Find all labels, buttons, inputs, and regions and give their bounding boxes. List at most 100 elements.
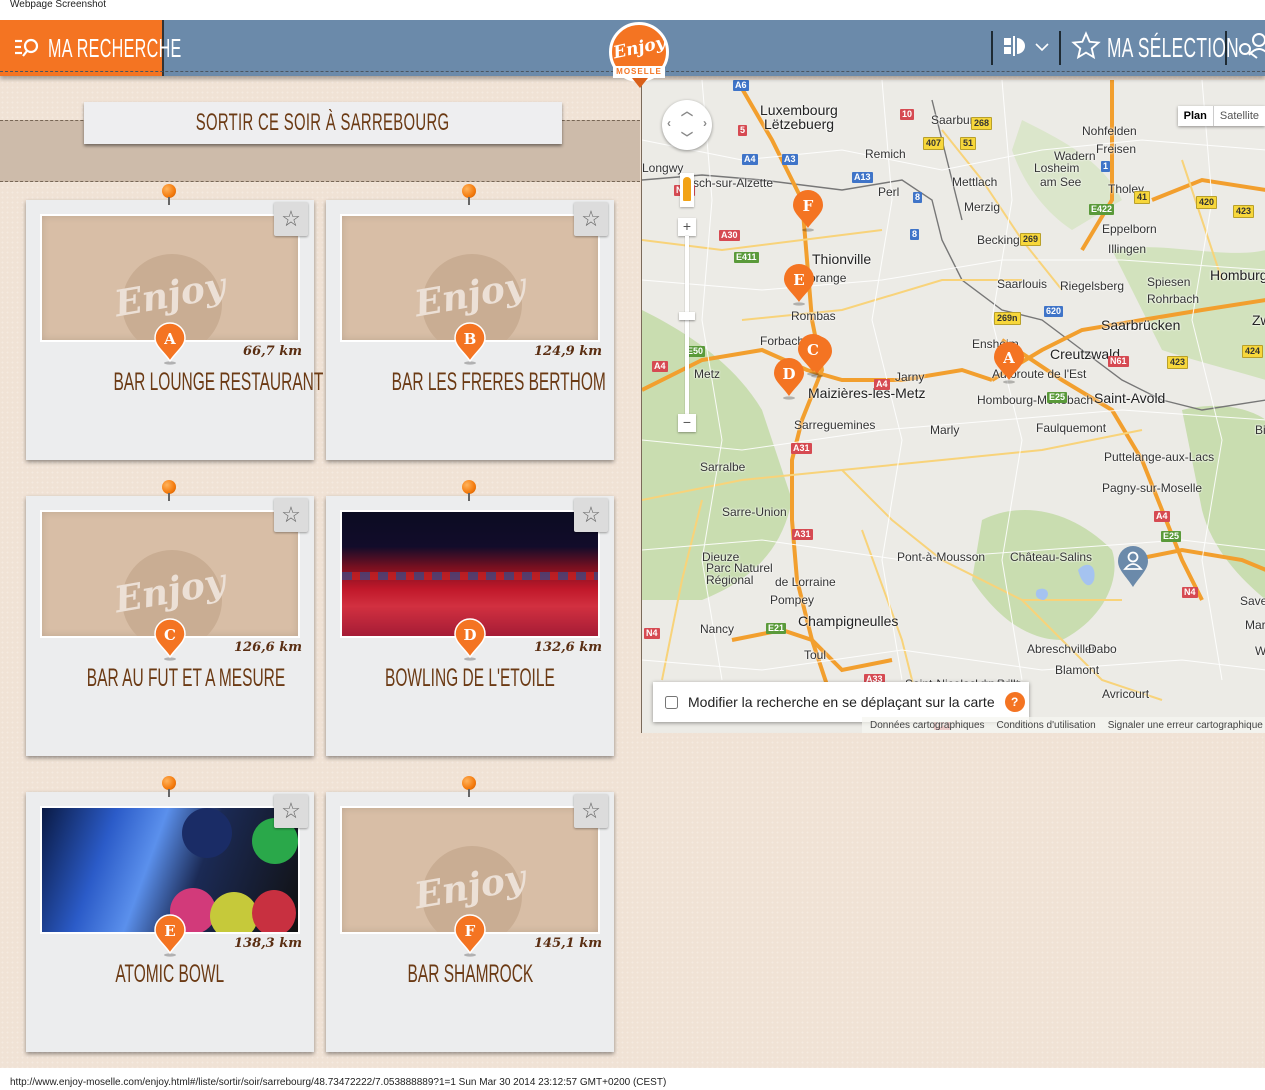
map-place-label: Pompey (770, 593, 815, 607)
logo-ribbon: MOSELLE (613, 66, 665, 78)
result-name[interactable]: Bar Les Freres Berthom (392, 368, 606, 397)
zoom-in-button[interactable]: + (678, 218, 696, 236)
svg-text:A: A (163, 330, 176, 348)
zoom-slider-thumb[interactable] (679, 312, 695, 320)
map-place-label: Maizières-lès-Metz (808, 385, 926, 401)
zoom-out-button[interactable]: − (678, 414, 696, 432)
road-shield: A31 (791, 443, 812, 454)
svg-text:A: A (1002, 349, 1015, 367)
svg-text:B: B (464, 330, 477, 348)
map-place-label: Riegelsberg (1060, 279, 1125, 293)
road-shield: N61 (1108, 356, 1129, 367)
map[interactable]: Luxembourg Lëtzebuerg Saarburg Nohfelden Fre… (641, 80, 1265, 733)
map-place-label: Longwy (642, 161, 684, 175)
road-shield: 424 (1242, 345, 1264, 358)
map-place-label: Metz (694, 367, 721, 381)
map-place-label: Spiesen (1147, 275, 1191, 289)
map-place-label: Nohfelden (1082, 124, 1137, 138)
map-marker[interactable]: F (791, 188, 825, 232)
result-letter-marker: A (153, 321, 187, 365)
road-shield: 420 (1196, 196, 1218, 209)
road-shield: 269 (1020, 233, 1042, 246)
map-place-label: Régional (706, 573, 754, 587)
page-title: Sortir ce soir à Sarrebourg (84, 102, 562, 144)
map-attribution: Données cartographiques Conditions d'uti… (862, 717, 1265, 733)
result-card[interactable]: ☆ E 138,3 km Atomic Bowl (26, 776, 314, 1052)
map-marker[interactable]: D (772, 356, 806, 400)
pan-right-icon[interactable]: › (703, 116, 707, 130)
map-pan-control[interactable]: ︿ ‹ › ﹀ (662, 100, 712, 150)
result-card[interactable]: ☆ D 132,6 km Bowling De L'Etoile (326, 480, 614, 756)
map-place-label: Toul (804, 648, 827, 662)
map-place-label: Sarre-Union (722, 505, 787, 519)
map-place-label: Merzig (964, 200, 1001, 214)
svg-text:E: E (793, 271, 804, 289)
zoom-slider-track[interactable] (685, 236, 689, 414)
result-card[interactable]: Enjoy ☆ B 124,9 km Bar Les Freres Berthom (326, 184, 614, 460)
map-place-label: Esch-sur-Alzette (685, 176, 774, 190)
result-name[interactable]: Bowling De L'Etoile (385, 664, 555, 693)
road-shield: A4 (652, 361, 668, 372)
terms-of-use-link[interactable]: Conditions d'utilisation (997, 720, 1096, 731)
street-view-pegman-icon[interactable] (680, 173, 694, 207)
result-name[interactable]: Atomic Bowl (116, 960, 225, 989)
language-icon (1003, 35, 1029, 62)
chevron-down-icon (1035, 39, 1049, 57)
map-place-label: Rohrbach (1147, 292, 1200, 306)
pan-down-icon[interactable]: ﹀ (681, 129, 693, 146)
result-distance: 126,6 km (234, 640, 302, 655)
result-distance: 66,7 km (243, 344, 302, 359)
language-selector[interactable] (1003, 35, 1049, 62)
map-place-label: Faulquemont (1036, 421, 1107, 435)
add-to-selection-button[interactable]: ☆ (574, 202, 608, 236)
map-marker[interactable]: E (782, 262, 816, 306)
pan-up-icon[interactable]: ︿ (681, 102, 693, 119)
map-zoom-control: + − (678, 218, 696, 434)
result-letter-marker: D (453, 617, 487, 661)
road-shield: 8 (910, 229, 920, 240)
pan-left-icon[interactable]: ‹ (667, 116, 671, 130)
map-type-satellite[interactable]: Satellite (1214, 106, 1265, 126)
user-location-marker[interactable] (1116, 544, 1150, 588)
star-outline-icon: ☆ (281, 206, 301, 231)
road-shield: 8 (913, 192, 923, 203)
add-to-selection-button[interactable]: ☆ (274, 202, 308, 236)
my-selection-label: Ma sélection (1107, 32, 1240, 63)
pushpin-icon (462, 480, 476, 501)
add-to-selection-button[interactable]: ☆ (574, 498, 608, 532)
map-place-label: Wasselonne (1255, 644, 1265, 658)
add-to-selection-button[interactable]: ☆ (274, 498, 308, 532)
screenshot-label: Webpage Screenshot (10, 0, 106, 10)
road-shield: E422 (1089, 204, 1115, 215)
login-button[interactable] (1237, 31, 1265, 66)
divider (1059, 31, 1061, 65)
my-selection-button[interactable]: Ma sélection (1071, 30, 1239, 66)
road-shield: A4 (874, 379, 890, 390)
add-to-selection-button[interactable]: ☆ (274, 794, 308, 828)
map-place-label: Losheim (1034, 161, 1080, 175)
my-search-button[interactable]: Ma recherche (0, 20, 181, 76)
map-place-label: Lëtzebuerg (764, 116, 835, 132)
result-name[interactable]: Bar Shamrock (407, 960, 533, 989)
map-place-label: Eppelborn (1102, 222, 1157, 236)
report-map-error-link[interactable]: Signaler une erreur cartographique (1108, 720, 1263, 731)
result-card[interactable]: Enjoy ☆ A 66,7 km Bar Lounge Restaurant La B… (26, 184, 399, 460)
enjoy-moselle-logo[interactable]: Enjoy MOSELLE (607, 22, 671, 94)
svg-text:C: C (164, 626, 176, 644)
result-card[interactable]: Enjoy ☆ F 145,1 km Bar Shamrock (326, 776, 614, 1052)
road-shield: 51 (960, 137, 977, 150)
map-marker[interactable]: A (992, 340, 1026, 384)
road-shield: A3 (782, 154, 798, 165)
map-type-plan[interactable]: Plan (1178, 106, 1214, 126)
svg-text:C: C (807, 341, 819, 359)
result-letter-marker: E (153, 913, 187, 957)
road-shield: 620 (1044, 306, 1064, 317)
result-distance: 145,1 km (534, 936, 602, 951)
move-map-search-checkbox[interactable] (665, 695, 678, 709)
result-card[interactable]: Enjoy ☆ C 126,6 km Bar Au Fut Et A Mesure (26, 480, 314, 756)
result-name[interactable]: Bar Au Fut Et A Mesure (87, 664, 285, 693)
help-icon[interactable]: ? (1004, 692, 1025, 712)
add-to-selection-button[interactable]: ☆ (574, 794, 608, 828)
map-data-link[interactable]: Données cartographiques (870, 720, 985, 731)
map-place-label: Bitche (1255, 423, 1265, 437)
